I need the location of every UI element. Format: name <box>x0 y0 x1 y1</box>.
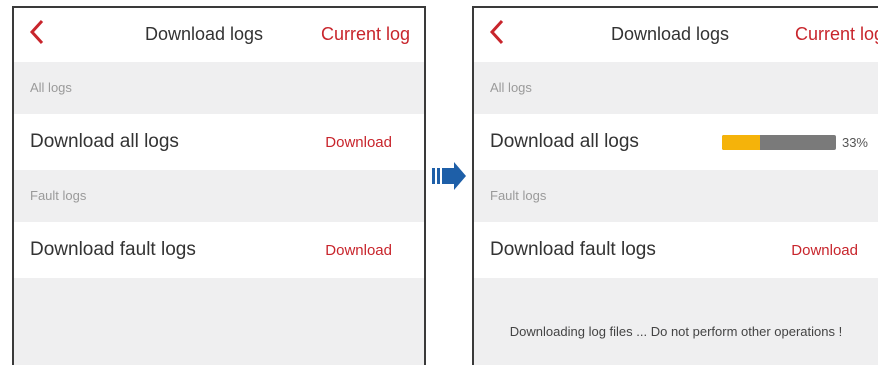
list-item-download-fault: Download fault logs Download <box>14 222 424 278</box>
arrow-right-icon <box>432 162 466 190</box>
download-all-button[interactable]: Download <box>325 134 392 151</box>
progress-percent: 33% <box>841 134 868 150</box>
row-label: Download all logs <box>30 131 179 152</box>
progress-bar <box>721 134 836 150</box>
download-progress: 33% <box>721 134 868 150</box>
progress-fill <box>721 134 760 150</box>
current-log-link[interactable]: Current log <box>321 24 410 45</box>
section-label-all-logs: All logs <box>490 80 532 95</box>
screen-before: Download logs Current log All logs Downl… <box>12 6 426 365</box>
list-item-download-all: Download all logs Download <box>14 114 424 170</box>
status-message: Downloading log files ... Do not perform… <box>509 324 843 339</box>
screen-after: Download logs Current log All logs Downl… <box>472 6 878 365</box>
download-fault-button[interactable]: Download <box>325 242 392 259</box>
row-label: Download fault logs <box>490 239 656 260</box>
section-label-fault-logs: Fault logs <box>490 188 547 203</box>
list-item-download-fault: Download fault logs Download <box>474 222 878 278</box>
section-label-fault-logs: Fault logs <box>30 188 87 203</box>
app-header: Download logs Current log <box>474 8 878 62</box>
current-log-link[interactable]: Current log <box>795 24 878 45</box>
row-label: Download all logs <box>490 131 639 152</box>
section-label-all-logs: All logs <box>30 80 72 95</box>
list-item-download-all: Download all logs 33% <box>474 114 878 170</box>
row-label: Download fault logs <box>30 239 196 260</box>
download-fault-button[interactable]: Download <box>791 242 858 259</box>
app-header: Download logs Current log <box>14 8 424 62</box>
